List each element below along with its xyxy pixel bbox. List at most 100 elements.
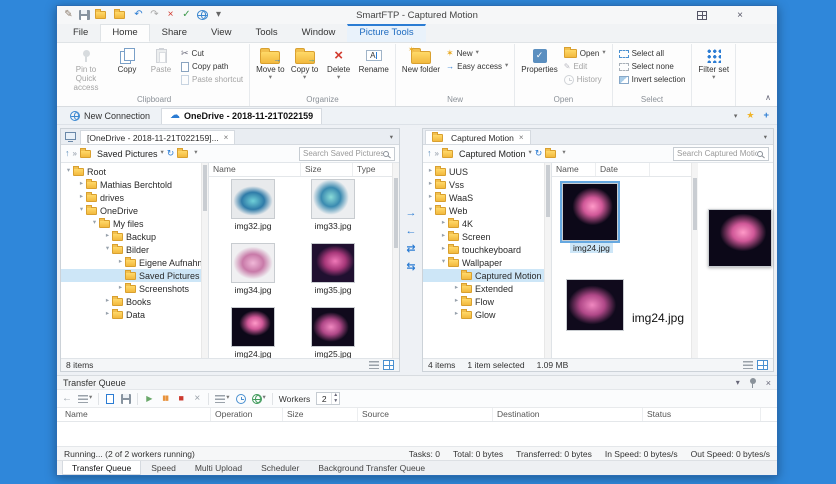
expander-icon[interactable]: ▾	[77, 207, 86, 214]
file-item-img32-jpg[interactable]: img32.jpg	[213, 179, 293, 241]
tree-scrollbar[interactable]	[544, 163, 551, 358]
column-header-size[interactable]: Size	[283, 408, 358, 421]
expander-icon[interactable]: ▸	[439, 246, 448, 253]
bottom-tab-background-transfer-queue[interactable]: Background Transfer Queue	[309, 461, 434, 475]
left-tree-item-data[interactable]: ▸ Data	[61, 308, 208, 321]
start-icon[interactable]: ▶	[144, 392, 154, 406]
select-all-button[interactable]: Select all	[617, 47, 688, 60]
expander-icon[interactable]: ▸	[103, 298, 112, 305]
search-icon[interactable]	[757, 150, 763, 157]
globe-icon[interactable]	[197, 10, 208, 20]
pin-panel-icon[interactable]	[749, 377, 756, 388]
pin-to-quick-access-button[interactable]: Pin to Quick access	[63, 45, 109, 93]
expander-icon[interactable]: ▸	[116, 285, 125, 292]
left-tree-item-mathias-berchtold[interactable]: ▸ Mathias Berchtold	[61, 178, 208, 191]
open-button[interactable]: Open ▾	[562, 47, 608, 60]
bottom-tab-multi-upload[interactable]: Multi Upload	[186, 461, 251, 475]
left-tree-item-books[interactable]: ▸ Books	[61, 295, 208, 308]
right-tree-item-touchkeyboard[interactable]: ▸ touchkeyboard	[423, 243, 551, 256]
expander-icon[interactable]: ▸	[77, 194, 86, 201]
new-folder-icon[interactable]	[95, 9, 106, 19]
chevron-down-icon[interactable]: ▾	[194, 150, 197, 157]
filter-set-button[interactable]: Filter set ▾	[696, 45, 731, 82]
undo-icon[interactable]: ↶	[133, 9, 144, 22]
expander-icon[interactable]: ▾	[64, 168, 73, 175]
list-scrollbar[interactable]	[691, 163, 698, 358]
column-header-name[interactable]: Name	[552, 163, 596, 176]
expander-icon[interactable]: ▸	[77, 181, 86, 188]
delete-button[interactable]: × Delete ▾	[323, 45, 355, 82]
transfer-left-icon[interactable]: ←	[406, 226, 417, 237]
titlebar[interactable]: ✎ ↶ ↷ × ✓ ▾ SmartFTP - Captured Motion ×	[57, 6, 777, 24]
delete-icon[interactable]: ×	[165, 9, 176, 22]
expander-icon[interactable]: ▸	[426, 181, 435, 188]
expander-icon[interactable]: ▸	[439, 220, 448, 227]
tree-scrollbar[interactable]	[201, 163, 208, 358]
column-header-type[interactable]: Type	[353, 163, 397, 176]
left-tree-item-drives[interactable]: ▸ drives	[61, 191, 208, 204]
copy-button[interactable]: Copy	[111, 45, 143, 74]
list-scrollbar[interactable]	[392, 163, 399, 358]
expander-icon[interactable]: ▾	[90, 220, 99, 227]
column-header-date[interactable]: Date	[596, 163, 650, 176]
search-input[interactable]	[677, 149, 757, 158]
new-folder-button[interactable]: ✶ New folder	[400, 45, 442, 74]
new-connection-icon[interactable]: +	[763, 110, 769, 121]
ribbon-tab-file[interactable]: File	[61, 24, 100, 42]
refresh-icon[interactable]: ↻	[535, 149, 543, 158]
check-icon[interactable]: ✓	[181, 9, 192, 22]
expander-icon[interactable]: ▸	[439, 233, 448, 240]
right-tree-item-extended[interactable]: ▸ Extended	[423, 282, 551, 295]
toolbar-menu-icon[interactable]: ▾	[213, 9, 224, 22]
connection-tab-onedrive[interactable]: ☁ OneDrive - 2018-11-21T022159	[161, 107, 323, 124]
ribbon-tab-tools[interactable]: Tools	[243, 24, 289, 42]
remove-icon[interactable]: ×	[192, 392, 202, 406]
file-item-img24-jpg[interactable]: img24.jpg	[213, 307, 293, 358]
redo-icon[interactable]: ↷	[149, 9, 160, 22]
computer-icon[interactable]	[65, 132, 76, 142]
select-none-button[interactable]: Select none	[617, 60, 688, 73]
pause-icon[interactable]: ▮▮	[160, 392, 170, 406]
left-tree-item-bilder[interactable]: ▾ Bilder	[61, 243, 208, 256]
right-tree-item-flow[interactable]: ▸ Flow	[423, 295, 551, 308]
invert-selection-button[interactable]: Invert selection	[617, 73, 688, 86]
compare-icon[interactable]: ⇆	[406, 262, 415, 273]
right-tree-item-4k[interactable]: ▸ 4K	[423, 217, 551, 230]
expander-icon[interactable]: ▸	[452, 311, 461, 318]
column-header-source[interactable]: Source	[358, 408, 493, 421]
transfer-queue-header[interactable]: Transfer Queue ▾ ×	[57, 375, 777, 390]
close-panel-icon[interactable]: ×	[766, 378, 771, 388]
connection-list-icon[interactable]: ▾	[734, 112, 738, 120]
connections-icon[interactable]: ▾	[251, 392, 266, 406]
column-header-name[interactable]: Name	[209, 163, 301, 176]
move-to-button[interactable]: → Move to ▾	[254, 45, 286, 82]
edit-icon[interactable]: ✎	[63, 9, 74, 22]
expander-icon[interactable]: ▾	[426, 207, 435, 214]
expander-icon[interactable]: ▸	[426, 194, 435, 201]
right-tree-item-captured-motion[interactable]: Captured Motion	[423, 269, 551, 282]
file-item-img25-jpg[interactable]: img25.jpg	[293, 307, 373, 358]
file-item-img34-jpg[interactable]: img34.jpg	[213, 243, 293, 305]
column-header-name[interactable]: Name	[61, 408, 211, 421]
left-tree-item-root[interactable]: ▾ Root	[61, 165, 208, 178]
right-tree-item-vss[interactable]: ▸ Vss	[423, 178, 551, 191]
close-tab-icon[interactable]: ×	[519, 133, 524, 142]
breadcrumb-chevron-icon[interactable]: »	[73, 149, 77, 158]
rename-button[interactable]: Rename	[357, 45, 391, 74]
right-tree-item-web[interactable]: ▾ Web	[423, 204, 551, 217]
workers-stepper[interactable]: 2 ▲ ▼	[316, 392, 341, 405]
right-tree-item-uus[interactable]: ▸ UUS	[423, 165, 551, 178]
history-button[interactable]: History	[562, 73, 608, 86]
right-tree-item-waas[interactable]: ▸ WaaS	[423, 191, 551, 204]
expander-icon[interactable]: ▸	[103, 311, 112, 318]
left-tree-item-onedrive[interactable]: ▾ OneDrive	[61, 204, 208, 217]
stepper-arrows[interactable]: ▲ ▼	[331, 392, 339, 404]
new-item-button[interactable]: ✶ New ▾	[444, 47, 510, 60]
file-item-selected[interactable]: img24.jpg	[552, 181, 698, 253]
list-view-icon[interactable]	[369, 361, 379, 369]
connection-tab-new[interactable]: New Connection	[62, 108, 158, 124]
tab-list-icon[interactable]: ▾	[760, 133, 771, 144]
thumbnail-view-icon[interactable]	[383, 360, 394, 370]
up-icon[interactable]: ↑	[427, 149, 432, 158]
right-tree-item-wallpaper[interactable]: ▾ Wallpaper	[423, 256, 551, 269]
